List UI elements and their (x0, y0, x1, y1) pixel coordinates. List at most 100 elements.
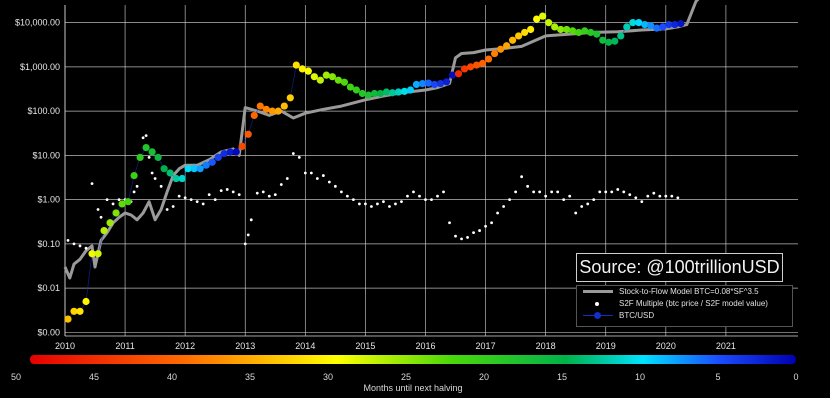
btc-usd-point (340, 78, 348, 86)
s2f-multiple-point (144, 134, 148, 137)
s2f-multiple-point (508, 198, 512, 202)
chart-svg: $0.00 $0.01 $0.10 $1.00 $10.00 $100.00 $1,000.… (11, 0, 799, 393)
btc-usd-point (292, 61, 300, 69)
s2f-multiple-point (418, 194, 421, 198)
s2f-multiple-point (586, 202, 590, 206)
btc-usd-point (448, 71, 457, 79)
btc-usd-point (406, 86, 415, 94)
s2f-multiple-point (370, 205, 373, 208)
btc-usd-point (503, 42, 511, 50)
legend-label-btc-usd: BTC/USD (619, 311, 655, 320)
btc-usd-point (166, 169, 174, 177)
s2f-multiple-point (291, 152, 295, 155)
s2f-multiple-point (171, 205, 175, 208)
s2f-multiple-point (622, 190, 626, 194)
s2f-multiple-point (333, 184, 337, 188)
s2f-multiple-point (315, 177, 319, 180)
btc-usd-point (575, 28, 583, 37)
x-tick-label: 2015 (355, 341, 375, 351)
btc-usd-point (605, 38, 613, 46)
s2f-multiple-point (436, 194, 439, 198)
colorbar-tick-label: 30 (323, 372, 333, 382)
y-tick-label: $0.10 (37, 239, 60, 249)
s2f-multiple-point (466, 236, 469, 239)
s2f-multiple-point (538, 190, 542, 194)
x-tick-label: 2011 (115, 341, 134, 351)
btc-usd-point (238, 142, 246, 150)
colorbar-tick-label: 5 (715, 372, 720, 382)
s2f-multiple-point (520, 175, 524, 179)
s2f-multiple-series (66, 134, 680, 250)
btc-usd-point (509, 36, 517, 44)
btc-usd-point (490, 49, 499, 58)
btc-usd-point (478, 59, 487, 67)
btc-usd-point (250, 111, 258, 120)
x-tick-label: 2012 (175, 341, 195, 351)
btc-usd-point (64, 315, 72, 323)
s2f-multiple-point (568, 194, 572, 198)
y-tick-label: $1,000.00 (20, 62, 60, 72)
s2f-multiple-point (592, 198, 596, 202)
legend-item-s2f-model: Stock-to-Flow Model BTC=0.08*SF^3.5 (577, 286, 792, 298)
s2f-multiple-point (207, 193, 211, 197)
btc-usd-point (515, 32, 523, 40)
s2f-multiple-point (640, 200, 644, 204)
s2f-multiple-point (490, 221, 493, 225)
s2f-multiple-point (96, 208, 100, 211)
s2f-multiple-point (177, 194, 181, 198)
s2f-multiple-point (159, 184, 163, 188)
s2f-multiple-point (676, 196, 680, 200)
s2f-multiple-point (147, 156, 151, 159)
x-tick-label: 2021 (716, 341, 736, 351)
btc-usd-point (358, 89, 367, 98)
s2f-multiple-point (201, 202, 205, 206)
btc-usd-point (484, 55, 493, 63)
s2f-multiple-point (430, 198, 433, 202)
s2f-multiple-point (406, 194, 409, 198)
y-tick-label: $10,000.00 (15, 18, 60, 28)
s2f-multiple-point (165, 208, 169, 211)
colorbar-tick-label: 25 (401, 372, 411, 382)
x-tick-label: 2014 (295, 341, 315, 351)
s2f-multiple-point (580, 205, 584, 208)
btc-usd-point (142, 143, 150, 152)
btc-usd-point (442, 78, 451, 86)
btc-usd-point (154, 153, 162, 162)
btc-usd-point (581, 27, 589, 35)
s2f-multiple-point (634, 196, 638, 200)
s2f-multiple-point (394, 202, 397, 206)
s2f-multiple-point (255, 191, 259, 195)
btc-usd-point (310, 73, 318, 81)
s2f-multiple-point (150, 171, 154, 175)
s2f-multiple-point (646, 194, 650, 198)
colorbar-tick-label: 35 (245, 372, 255, 382)
s2f-multiple-point (141, 136, 145, 140)
s2f-multiple-point (243, 242, 247, 246)
s2f-multiple-point (664, 194, 668, 198)
s2f-multiple-point (189, 198, 193, 202)
colorbar-tick-label: 40 (167, 372, 177, 382)
s2f-multiple-point (225, 188, 229, 191)
s2f-multiple-point (550, 190, 554, 194)
s2f-multiple-point (472, 231, 475, 235)
s2f-multiple-point (153, 177, 157, 180)
s2f-multiple-point (84, 246, 88, 250)
s2f-multiple-point (412, 190, 415, 194)
legend-item-s2f-multiple: S2F Multiple (btc price / S2F model valu… (577, 298, 792, 310)
s2f-multiple-point (351, 198, 355, 202)
x-tick-label: 2010 (55, 341, 75, 351)
btc-usd-point (322, 71, 330, 79)
s2f-multiple-point (670, 194, 674, 198)
btc-usd-point (527, 25, 535, 34)
s2f-multiple-point (574, 211, 578, 215)
colorbar-tick-label: 45 (89, 372, 99, 382)
s2f-multiple-point (339, 190, 343, 194)
s2f-multiple-point (111, 202, 115, 206)
y-axis-ticks: $0.00 $0.01 $0.10 $1.00 $10.00 $100.00 $1,000.… (15, 18, 60, 338)
s2f-multiple-point (598, 190, 602, 194)
btc-usd-point (412, 80, 421, 89)
s2f-multiple-point (562, 198, 566, 202)
btc-usd-point (232, 148, 240, 156)
btc-usd-point (671, 21, 679, 29)
btc-usd-point (94, 250, 102, 258)
